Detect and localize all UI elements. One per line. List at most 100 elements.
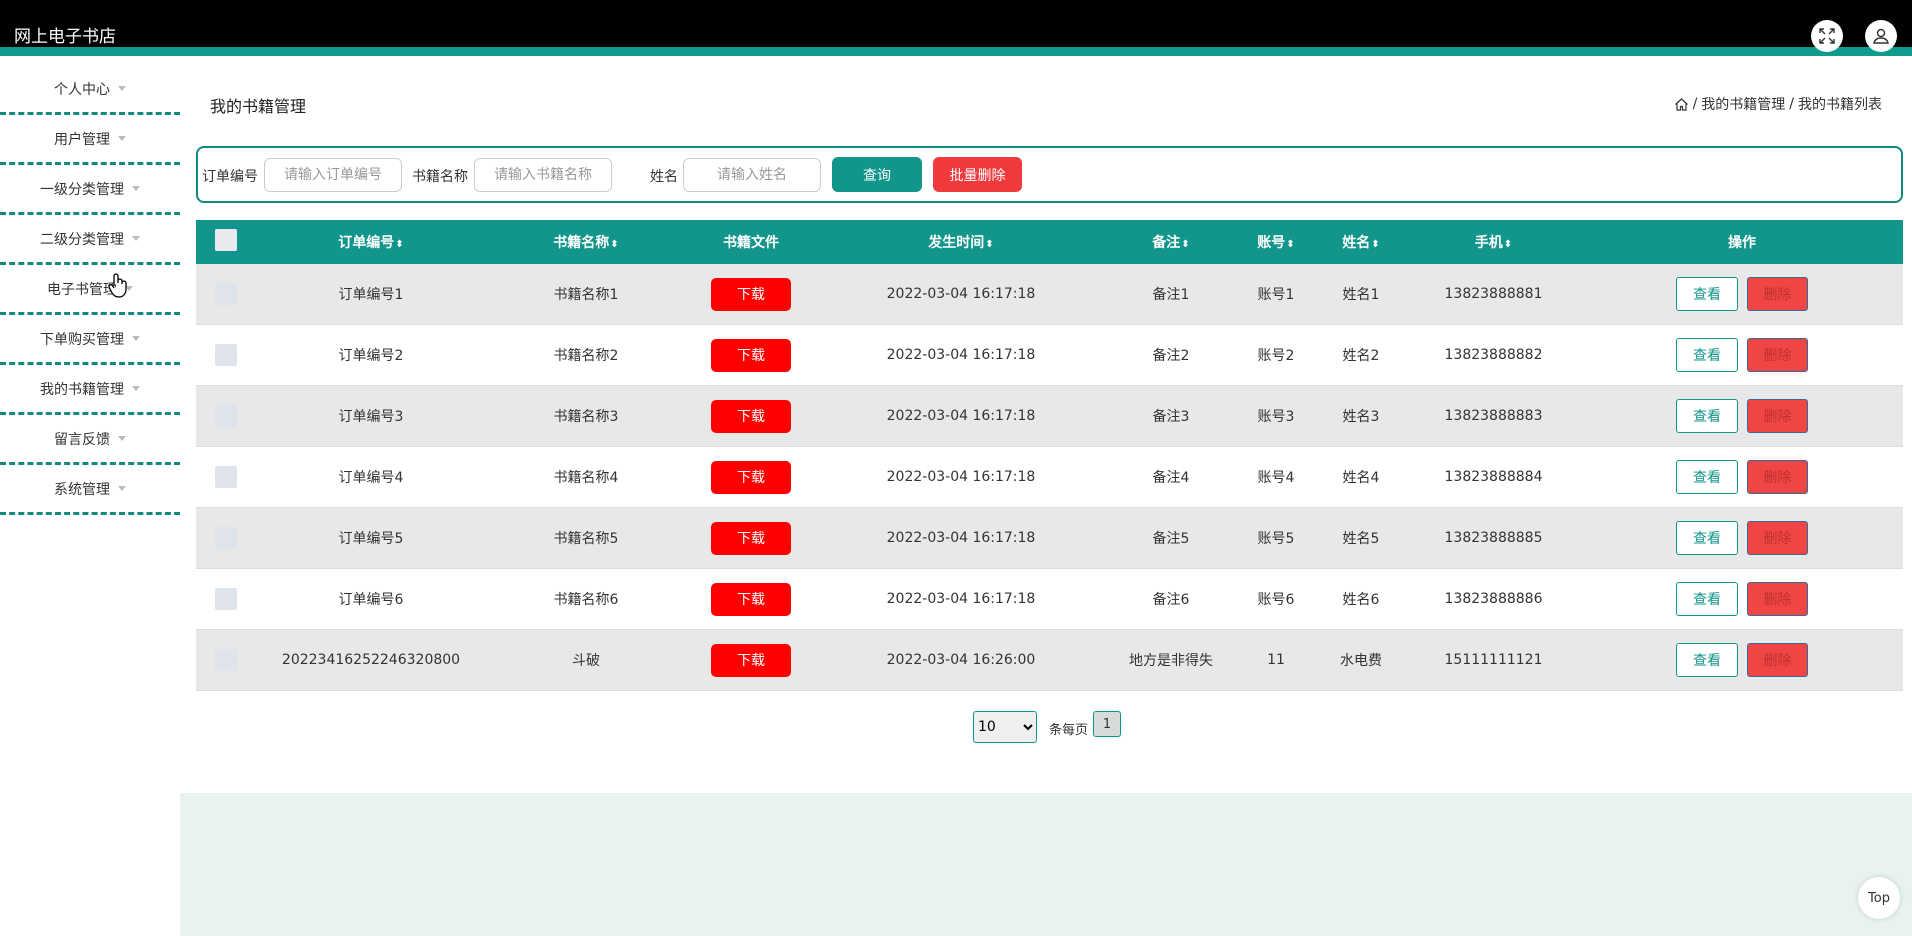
sidebar-item-label: 我的书籍管理	[40, 381, 124, 398]
sort-icon: ⬍	[395, 239, 404, 250]
sidebar-item-ebook-management[interactable]: 电子书管理	[0, 265, 180, 315]
batch-delete-button[interactable]: 批量删除	[933, 157, 1022, 192]
view-button[interactable]: 查看	[1676, 338, 1738, 372]
table-row: 订单编号5 书籍名称5 下载 2022-03-04 16:17:18 备注5 账…	[196, 507, 1903, 569]
view-button[interactable]: 查看	[1676, 643, 1738, 677]
download-button[interactable]: 下载	[711, 643, 791, 677]
download-button[interactable]: 下载	[711, 582, 791, 616]
per-page-label: 条每页	[1049, 723, 1089, 738]
sidebar-item-feedback[interactable]: 留言反馈	[0, 415, 180, 465]
sidebar-item-label: 留言反馈	[54, 431, 110, 448]
column-header-file: 书籍文件	[686, 220, 816, 264]
download-button[interactable]: 下载	[711, 460, 791, 494]
sort-icon: ⬍	[610, 239, 619, 250]
sort-icon: ⬍	[1371, 239, 1380, 250]
delete-button[interactable]: 删除	[1747, 521, 1808, 555]
column-header-order[interactable]: 订单编号⬍	[256, 220, 486, 264]
page-number-button[interactable]: 1	[1093, 711, 1121, 737]
column-header-book[interactable]: 书籍名称⬍	[486, 220, 686, 264]
view-button[interactable]: 查看	[1676, 460, 1738, 494]
download-button[interactable]: 下载	[711, 399, 791, 433]
row-checkbox[interactable]	[215, 405, 237, 427]
column-header-note[interactable]: 备注⬍	[1106, 220, 1236, 264]
select-all-checkbox[interactable]	[215, 229, 237, 251]
cell-order: 订单编号1	[256, 264, 486, 325]
row-checkbox[interactable]	[215, 283, 237, 305]
delete-button[interactable]: 删除	[1747, 582, 1808, 616]
cell-time: 2022-03-04 16:17:18	[816, 507, 1106, 569]
name-input[interactable]	[683, 158, 821, 192]
download-button[interactable]: 下载	[711, 338, 791, 372]
cell-order: 20223416252246320800	[256, 629, 486, 691]
table-row: 订单编号2 书籍名称2 下载 2022-03-04 16:17:18 备注2 账…	[196, 324, 1903, 386]
cell-order: 订单编号5	[256, 507, 486, 569]
delete-button[interactable]: 删除	[1747, 643, 1808, 677]
cell-book: 书籍名称3	[486, 385, 686, 447]
table-row: 订单编号6 书籍名称6 下载 2022-03-04 16:17:18 备注6 账…	[196, 568, 1903, 630]
download-button[interactable]: 下载	[711, 521, 791, 555]
cell-order: 订单编号6	[256, 568, 486, 630]
page-size-select[interactable]: 10	[973, 711, 1037, 743]
delete-button[interactable]: 删除	[1747, 399, 1808, 433]
cell-note: 备注5	[1106, 507, 1236, 569]
table-row: 订单编号1 书籍名称1 下载 2022-03-04 16:17:18 备注1 账…	[196, 264, 1903, 325]
table-row: 订单编号4 书籍名称4 下载 2022-03-04 16:17:18 备注4 账…	[196, 446, 1903, 508]
table-row: 订单编号3 书籍名称3 下载 2022-03-04 16:17:18 备注3 账…	[196, 385, 1903, 447]
delete-button[interactable]: 删除	[1747, 460, 1808, 494]
sort-icon: ⬍	[1181, 239, 1190, 250]
sidebar-item-level2-category[interactable]: 二级分类管理	[0, 215, 180, 265]
sort-icon: ⬍	[985, 239, 994, 250]
column-header-time[interactable]: 发生时间⬍	[816, 220, 1106, 264]
delete-button[interactable]: 删除	[1747, 277, 1808, 311]
view-button[interactable]: 查看	[1676, 277, 1738, 311]
delete-button[interactable]: 删除	[1747, 338, 1808, 372]
sort-icon: ⬍	[1286, 239, 1295, 250]
cell-phone: 13823888884	[1406, 446, 1581, 508]
row-checkbox[interactable]	[215, 466, 237, 488]
breadcrumb-level2: 我的书籍列表	[1798, 97, 1882, 113]
cell-account: 账号5	[1236, 507, 1316, 569]
query-button[interactable]: 查询	[832, 157, 922, 192]
cell-phone: 13823888886	[1406, 568, 1581, 630]
cell-book: 斗破	[486, 629, 686, 691]
expand-icon	[1819, 28, 1835, 44]
cell-account: 账号4	[1236, 446, 1316, 508]
chevron-down-icon	[118, 436, 126, 441]
column-header-phone[interactable]: 手机⬍	[1406, 220, 1581, 264]
column-header-name[interactable]: 姓名⬍	[1316, 220, 1406, 264]
view-button[interactable]: 查看	[1676, 582, 1738, 616]
row-checkbox[interactable]	[215, 588, 237, 610]
fullscreen-button[interactable]	[1811, 20, 1843, 52]
sidebar-item-personal-center[interactable]: 个人中心	[0, 65, 180, 115]
sidebar-item-my-books[interactable]: 我的书籍管理	[0, 365, 180, 415]
back-to-top-button[interactable]: Top	[1858, 877, 1900, 919]
user-menu-button[interactable]	[1865, 20, 1897, 52]
download-button[interactable]: 下载	[711, 277, 791, 311]
sidebar-item-label: 电子书管理	[47, 281, 117, 298]
cell-phone: 13823888885	[1406, 507, 1581, 569]
sidebar-item-order-management[interactable]: 下单购买管理	[0, 315, 180, 365]
sidebar-item-level1-category[interactable]: 一级分类管理	[0, 165, 180, 215]
column-header-actions: 操作	[1581, 220, 1903, 264]
cell-account: 账号6	[1236, 568, 1316, 630]
row-checkbox[interactable]	[215, 649, 237, 671]
order-number-input[interactable]	[264, 158, 402, 192]
row-checkbox[interactable]	[215, 527, 237, 549]
cell-name: 姓名6	[1316, 568, 1406, 630]
breadcrumb-level1[interactable]: 我的书籍管理	[1701, 94, 1785, 114]
chevron-down-icon	[118, 136, 126, 141]
select-all-header	[196, 220, 256, 264]
cell-book: 书籍名称4	[486, 446, 686, 508]
view-button[interactable]: 查看	[1676, 521, 1738, 555]
column-header-account[interactable]: 账号⬍	[1236, 220, 1316, 264]
view-button[interactable]: 查看	[1676, 399, 1738, 433]
sidebar-item-user-management[interactable]: 用户管理	[0, 115, 180, 165]
cell-book: 书籍名称1	[486, 264, 686, 325]
cell-note: 备注1	[1106, 264, 1236, 325]
row-checkbox[interactable]	[215, 344, 237, 366]
book-name-input[interactable]	[474, 158, 612, 192]
cell-name: 姓名1	[1316, 264, 1406, 325]
sidebar-item-system[interactable]: 系统管理	[0, 465, 180, 515]
home-icon[interactable]	[1674, 97, 1689, 112]
footer-band	[180, 793, 1912, 936]
